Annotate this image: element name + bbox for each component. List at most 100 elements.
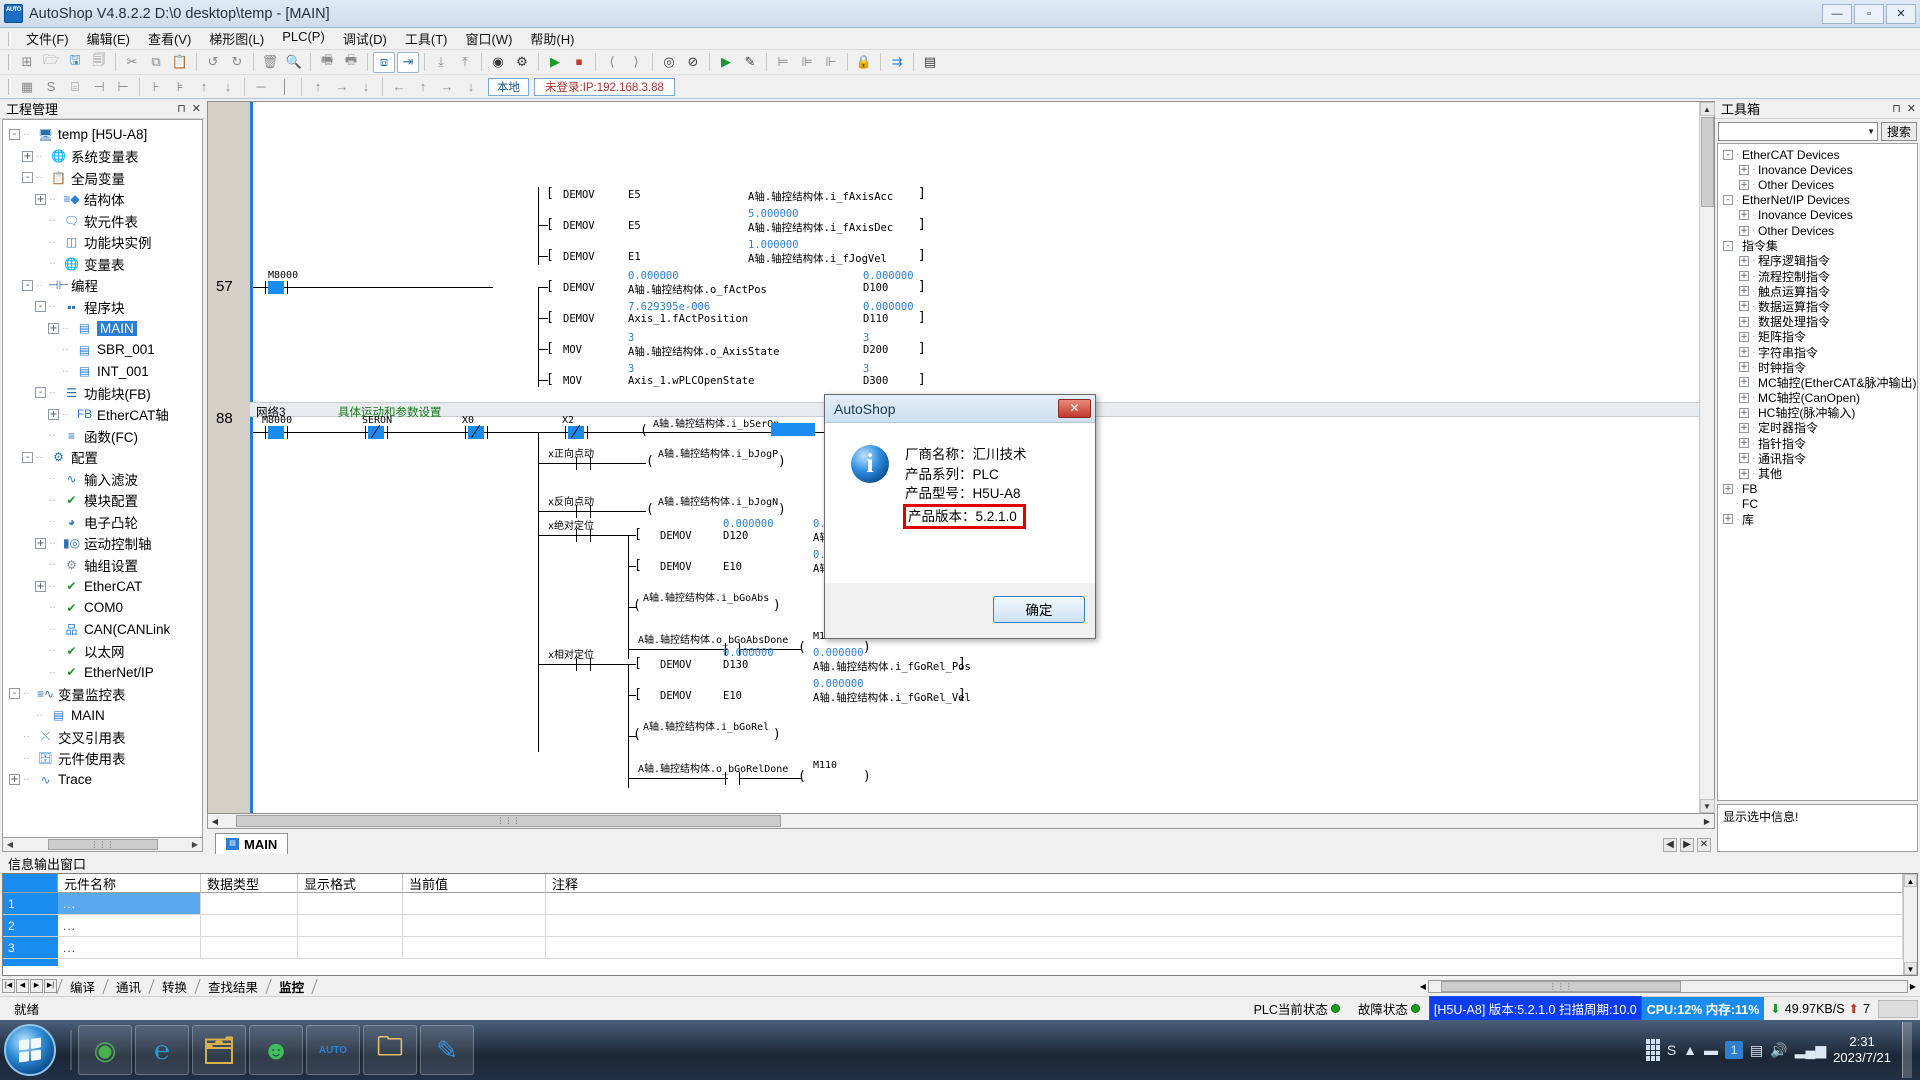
monitor-row[interactable]: 2...	[3, 915, 1903, 937]
falling-edge-icon[interactable]: ↓	[217, 76, 239, 97]
find-device-icon[interactable]: ◎	[658, 52, 680, 73]
sogou-input-icon[interactable]: S	[1667, 1042, 1676, 1058]
tree-item-23[interactable]: ·· 品 CAN(CANLink	[3, 619, 202, 641]
expand-icon[interactable]: +	[1723, 483, 1733, 494]
tree-item-2[interactable]: - ·· 📋 全局变量	[3, 167, 202, 189]
monitor-col-header-0[interactable]: 元件名称	[58, 874, 201, 893]
collapse-icon[interactable]: -	[9, 129, 20, 141]
save-file-icon[interactable]: 🖫	[64, 52, 86, 73]
open-file-icon[interactable]: 🗁	[40, 52, 62, 73]
tree-item-0[interactable]: - ·· 🖥 temp [H5U-A8]	[3, 124, 202, 146]
monitor-cell-value[interactable]	[403, 937, 546, 959]
login-status-chip[interactable]: 未登录:IP:192.168.3.88	[534, 77, 675, 96]
expand-icon[interactable]: +	[1739, 286, 1749, 297]
expand-icon[interactable]: +	[1723, 514, 1733, 525]
collapse-icon[interactable]: -	[35, 387, 46, 399]
scroll-thumb-v[interactable]	[1700, 117, 1714, 207]
expand-icon[interactable]: +	[1739, 225, 1749, 236]
goto-icon[interactable]: ⇉	[886, 52, 908, 73]
menu-item-3[interactable]: 梯形图(L)	[200, 27, 273, 50]
collapse-icon[interactable]: -	[22, 451, 33, 463]
show-desktop-button[interactable]	[1902, 1022, 1912, 1078]
menu-item-0[interactable]: 文件(F)	[17, 27, 78, 50]
dialog-ok-button[interactable]: 确定	[993, 595, 1085, 623]
tree-item-10[interactable]: ·· ▤ SBR_001	[3, 339, 202, 361]
toolbox-item-6[interactable]: - · 指令集	[1718, 238, 1917, 253]
toolbox-item-16[interactable]: + · MC轴控(CanOpen)	[1718, 390, 1917, 405]
branch-down-icon[interactable]: ↓	[355, 76, 377, 97]
ladder-vscrollbar[interactable]: ▲ ▼	[1699, 102, 1715, 813]
tray-overflow-icon[interactable]	[1645, 1039, 1660, 1061]
nc-contact-icon[interactable]: ⊧	[169, 76, 191, 97]
monitor-grid[interactable]: 元件名称 数据类型 显示格式 当前值 注释 1... 2... 3...	[3, 874, 1903, 975]
network-icon[interactable]: ▂▄▆	[1795, 1042, 1826, 1059]
collapse-icon[interactable]: -	[35, 301, 46, 313]
run-icon[interactable]: ▶	[544, 52, 566, 73]
compile-icon[interactable]: ⚙	[511, 52, 533, 73]
paste-icon[interactable]: 📋	[169, 52, 191, 73]
monitor-cell-format[interactable]	[298, 915, 403, 937]
output-nav-0[interactable]: |◀	[2, 979, 15, 993]
tree-item-30[interactable]: + ·· ∿ Trace	[3, 769, 202, 791]
monitor-cell-name[interactable]: ...	[58, 915, 201, 937]
output-nav-1[interactable]: ◀	[16, 979, 29, 993]
toolbox-item-21[interactable]: + · 其他	[1718, 466, 1917, 481]
toolbox-tree[interactable]: - · EtherCAT Devices + · Inovance Devices + · Ot…	[1717, 143, 1918, 801]
tray-app-icon[interactable]: ▤	[1750, 1042, 1763, 1059]
tree-item-13[interactable]: + ·· FB EtherCAT轴	[3, 404, 202, 426]
pin-icon[interactable]: ⊓	[177, 102, 186, 115]
tree-item-18[interactable]: ·· ◕ 电子凸轮	[3, 511, 202, 533]
expand-icon[interactable]: +	[1739, 255, 1749, 266]
collapse-icon[interactable]: -	[9, 688, 20, 700]
toolbox-item-11[interactable]: + · 数据处理指令	[1718, 314, 1917, 329]
delete-icon[interactable]: 🗑	[259, 52, 281, 73]
stop-icon[interactable]: ⏹	[568, 52, 590, 73]
sfc-view-icon[interactable]: ⌸	[64, 76, 86, 97]
toolbox-item-20[interactable]: + · 通讯指令	[1718, 451, 1917, 466]
menu-item-7[interactable]: 窗口(W)	[456, 27, 521, 50]
insert-coil-icon[interactable]: ⊢	[112, 76, 134, 97]
expand-icon[interactable]: +	[9, 774, 20, 786]
monitor-row[interactable]: 3...	[3, 937, 1903, 959]
tree-item-4[interactable]: ·· 🗨 软元件表	[3, 210, 202, 232]
nav-left-icon[interactable]: ←	[388, 76, 410, 97]
tray-up-icon[interactable]: ▲	[1683, 1042, 1697, 1058]
collapse-icon[interactable]: -	[22, 172, 33, 184]
tree-item-11[interactable]: ·· ▤ INT_001	[3, 361, 202, 383]
expand-icon[interactable]: +	[1739, 362, 1749, 373]
compare-icon[interactable]: ⧈	[373, 51, 395, 73]
expand-icon[interactable]: +	[35, 580, 46, 592]
output-hscroll-left-icon[interactable]: ◀	[1420, 982, 1426, 991]
scroll-right-icon[interactable]: ▶	[188, 839, 202, 851]
search-button[interactable]: 搜索	[1880, 122, 1917, 141]
monitor-row[interactable]: 1...	[3, 893, 1903, 915]
expand-icon[interactable]: +	[1739, 331, 1749, 342]
expand-icon[interactable]: +	[1739, 392, 1749, 403]
toolbox-item-10[interactable]: + · 数据运算指令	[1718, 299, 1917, 314]
output-tab-3[interactable]: 查找结果	[199, 977, 267, 996]
output-tab-4[interactable]: 监控	[270, 977, 313, 996]
tree-item-21[interactable]: + ·· ✔ EtherCAT	[3, 576, 202, 598]
expand-icon[interactable]: +	[1739, 271, 1749, 282]
battery-icon[interactable]: ▬	[1704, 1042, 1718, 1058]
cut-icon[interactable]: ✂	[121, 52, 143, 73]
explorer-icon[interactable]: 🗂	[192, 1025, 246, 1075]
align-center-icon[interactable]: ⊫	[796, 52, 818, 73]
undo-icon[interactable]: ↺	[202, 52, 224, 73]
tree-item-16[interactable]: ·· ∿ 输入滤波	[3, 468, 202, 490]
toolbox-item-18[interactable]: + · 定时器指令	[1718, 420, 1917, 435]
expand-icon[interactable]: +	[1739, 164, 1749, 175]
tree-item-7[interactable]: - ·· ⊣⊢ 编程	[3, 275, 202, 297]
project-tree[interactable]: - ·· 🖥 temp [H5U-A8] + ·· 🌐 系统变量表 - ·· 📋 全局变量 + ·· ≡◆ 结…	[2, 119, 203, 838]
monitor-cell-name[interactable]: ...	[58, 937, 201, 959]
copy-icon[interactable]: ⧉	[145, 52, 167, 73]
save-all-icon[interactable]: 🗐	[88, 52, 110, 73]
menu-item-5[interactable]: 调试(D)	[334, 27, 396, 50]
monitor-cell-type[interactable]	[201, 937, 298, 959]
tree-item-25[interactable]: ·· ✔ EtherNet/IP	[3, 662, 202, 684]
hscroll-right-icon[interactable]: ▶	[1700, 817, 1714, 826]
monitor-col-header-4[interactable]: 注释	[546, 874, 1903, 893]
minimize-button[interactable]: —	[1822, 3, 1852, 24]
tree-item-20[interactable]: ·· ⚙ 轴组设置	[3, 554, 202, 576]
toolbox-item-4[interactable]: + · Inovance Devices	[1718, 208, 1917, 223]
